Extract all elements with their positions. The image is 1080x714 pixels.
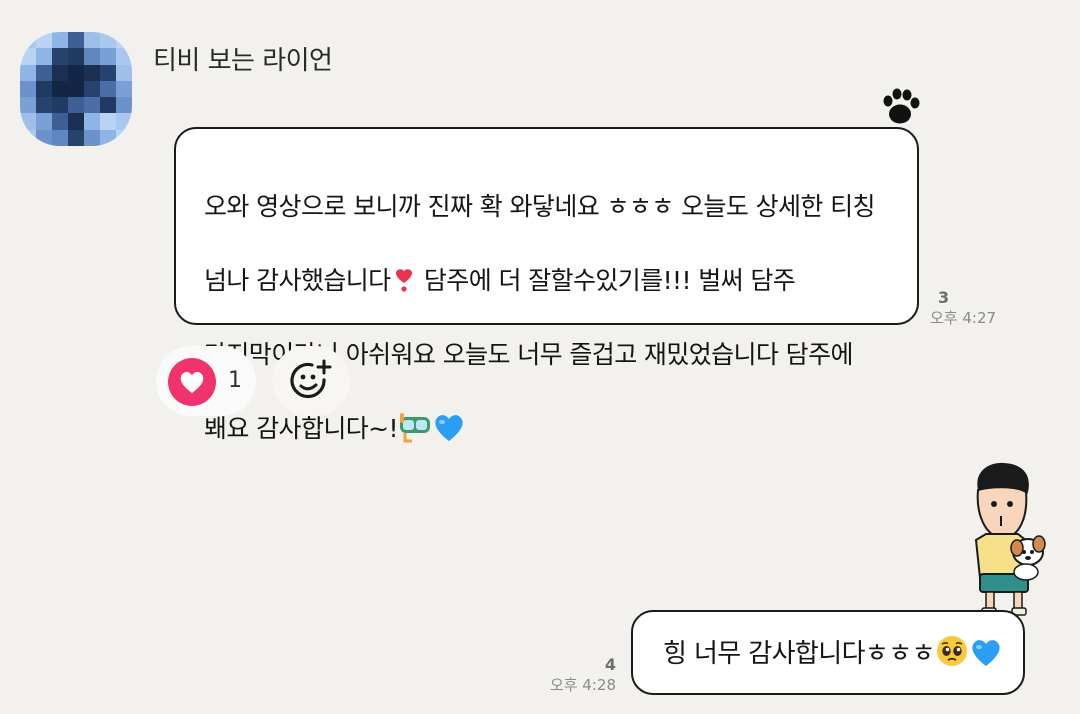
- heart-exclamation-emoji-icon: [395, 269, 412, 292]
- avatar-pixel: [20, 32, 36, 49]
- avatar-pixel: [36, 129, 52, 146]
- unread-count: 4: [604, 655, 616, 674]
- message-bubble[interactable]: 오와 영상으로 보니까 진짜 확 와닿네요 ㅎㅎㅎ 오늘도 상세한 티칭 넘나 …: [174, 127, 919, 443]
- avatar-pixel: [52, 129, 68, 146]
- message-line: 넘나 감사했습니다 담주에 더 잘할수있기를!!! 벌써 담주: [204, 262, 891, 299]
- pleading-face-emoji-icon: [936, 635, 967, 666]
- avatar[interactable]: [20, 32, 132, 146]
- message-time: 오후 4:27: [930, 309, 997, 327]
- avatar-pixel: [68, 64, 84, 81]
- avatar-pixel: [100, 48, 116, 65]
- avatar-pixel: [68, 113, 84, 130]
- avatar-pixel: [36, 80, 52, 98]
- boy-with-dog-sticker-icon: [974, 462, 1046, 616]
- avatar-pixel: [52, 97, 68, 114]
- avatar-pixel: [100, 64, 116, 81]
- avatar-pixel: [116, 32, 132, 49]
- avatar-pixel: [20, 48, 36, 65]
- blue-heart-emoji-icon: [972, 639, 1000, 666]
- avatar-pixel: [84, 97, 100, 114]
- avatar-pixel: [116, 97, 132, 114]
- message-line: 오와 영상으로 보니까 진짜 확 와닿네요 ㅎㅎㅎ 오늘도 상세한 티칭: [204, 192, 876, 221]
- add-emoji-icon: [290, 359, 332, 399]
- avatar-pixel: [20, 129, 36, 146]
- avatar-pixel: [36, 32, 52, 49]
- avatar-pixel: [84, 64, 100, 81]
- avatar-pixel: [68, 80, 84, 98]
- avatar-pixel: [84, 113, 100, 130]
- avatar-pixel: [20, 113, 36, 130]
- unread-count: 3: [938, 288, 950, 307]
- avatar-pixel: [116, 48, 132, 65]
- avatar-pixel: [20, 80, 36, 98]
- avatar-pixel: [100, 80, 116, 98]
- add-reaction-button[interactable]: [272, 346, 350, 416]
- avatar-pixel: [84, 129, 100, 146]
- avatar-pixel: [52, 113, 68, 130]
- avatar-pixel: [68, 129, 84, 146]
- message-text: 오와 영상으로 보니까 진짜 확 와닿네요 ㅎㅎㅎ 오늘도 상세한 티칭 넘나 …: [204, 151, 891, 484]
- avatar-pixel: [52, 64, 68, 81]
- message-text-segment: 봬요 감사합니다~!: [204, 414, 399, 443]
- avatar-pixel: [100, 129, 116, 146]
- sender-name: 티비 보는 라이언: [153, 46, 333, 76]
- avatar-pixel: [36, 64, 52, 81]
- avatar-pixel: [52, 32, 68, 49]
- avatar-pixel: [36, 97, 52, 114]
- avatar-pixel: [100, 113, 116, 130]
- reaction-count: 1: [228, 368, 242, 393]
- avatar-pixel: [36, 48, 52, 65]
- avatar-pixel: [100, 97, 116, 114]
- message-time: 오후 4:28: [549, 676, 616, 694]
- avatar-pixel: [84, 80, 100, 98]
- avatar-pixel: [116, 129, 132, 146]
- avatar-pixel: [100, 32, 116, 49]
- blue-heart-emoji-icon: [435, 415, 463, 441]
- message-bubble[interactable]: 힝 너무 감사합니다ㅎㅎㅎ: [631, 610, 1025, 695]
- paw-icon: [883, 88, 920, 124]
- message-text-segment: 힝 너무 감사합니다ㅎㅎㅎ: [663, 638, 935, 669]
- avatar-pixel: [20, 64, 36, 81]
- avatar-pixel: [116, 80, 132, 98]
- avatar-pixel: [20, 97, 36, 114]
- avatar-pixel: [68, 32, 84, 49]
- reaction-pill[interactable]: 1: [156, 346, 256, 416]
- avatar-pixel: [52, 80, 68, 98]
- message-meta: 3 오후 4:27: [930, 288, 1005, 328]
- message-text-segment: 담주에 더 잘할수있기를!!! 벌써 담주: [416, 266, 796, 295]
- avatar-pixel: [68, 97, 84, 114]
- avatar-pixel: [68, 48, 84, 65]
- avatar-pixel: [116, 113, 132, 130]
- avatar-pixel: [36, 113, 52, 130]
- message-meta: 4 오후 4:28: [540, 655, 616, 695]
- diving-mask-emoji-icon: [399, 413, 430, 443]
- avatar-pixel: [84, 48, 100, 65]
- avatar-pixel: [84, 32, 100, 49]
- avatar-pixel: [116, 64, 132, 81]
- message-text-segment: 넘나 감사했습니다: [204, 266, 391, 295]
- heart-icon: [168, 358, 216, 406]
- avatar-pixel: [52, 48, 68, 65]
- message-text: 힝 너무 감사합니다ㅎㅎㅎ: [663, 634, 1003, 672]
